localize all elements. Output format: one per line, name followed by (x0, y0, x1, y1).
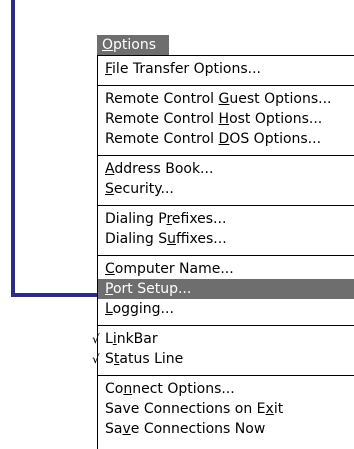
options-menu-title[interactable]: Options (97, 35, 169, 55)
menu-item-remote-control-dos-options[interactable]: Remote Control DOS Options... (98, 129, 354, 149)
menu-item-label: Computer Name... (105, 261, 234, 277)
menu-item-label: Save Connections on Exit (105, 401, 284, 417)
mnemonic-key: A (105, 161, 115, 177)
menu-item-label: Status Line (105, 351, 184, 367)
menu-item-computer-name[interactable]: Computer Name... (98, 259, 354, 279)
menu-item-label: File Transfer Options... (105, 61, 262, 77)
mnemonic-key: F (105, 61, 113, 77)
menu-item-logging[interactable]: Logging... (98, 299, 354, 319)
menu-item-save-connections-on-exit[interactable]: Save Connections on Exit (98, 399, 354, 419)
options-menu-panel: File Transfer Options... Remote Control G… (92, 55, 354, 449)
menu-item-security[interactable]: Security... (98, 179, 354, 199)
menu-item-remote-control-guest-options[interactable]: Remote Control Guest Options... (98, 89, 354, 109)
menu-item-dialing-prefixes[interactable]: Dialing Prefixes... (98, 209, 354, 229)
mnemonic-key: x (265, 401, 274, 417)
menu-item-linkbar[interactable]: √ LinkBar (92, 329, 354, 349)
mnemonic-key: D (218, 131, 230, 147)
menu-item-address-book[interactable]: Address Book... (98, 159, 354, 179)
menu-item-label: Remote Control Host Options... (105, 111, 323, 127)
mnemonic-key: L (105, 301, 113, 317)
checkmark-icon: √ (92, 352, 100, 366)
mnemonic-key: G (218, 91, 230, 107)
menu-item-label: Port Setup... (105, 281, 192, 297)
menu-item-label: Security... (105, 181, 174, 197)
options-menu-title-mnemonic: O (102, 37, 114, 53)
menu-group: Connect Options... Save Connections on Ex… (98, 375, 354, 445)
menu-group: √ LinkBar √ Status Line (92, 325, 354, 375)
menu-item-label: Connect Options... (105, 381, 235, 397)
menu-item-label: Logging... (105, 301, 174, 317)
menu-group: Address Book... Security... (98, 155, 354, 205)
menu-item-label: Address Book... (105, 161, 214, 177)
menu-item-label: LinkBar (105, 331, 158, 347)
menu-group: File Transfer Options... (98, 55, 354, 85)
menu-item-status-line[interactable]: √ Status Line (92, 349, 354, 369)
callout-line-vertical (11, 0, 15, 297)
menu-item-label: Dialing Prefixes... (105, 211, 227, 227)
callout-line-horizontal (11, 293, 97, 297)
mnemonic-key: C (105, 261, 115, 277)
mnemonic-key: P (105, 281, 113, 297)
mnemonic-key: S (105, 181, 114, 197)
menu-item-port-setup[interactable]: Port Setup... (98, 279, 354, 299)
menu-item-dialing-suffixes[interactable]: Dialing Suffixes... (98, 229, 354, 249)
menu-item-label: Remote Control DOS Options... (105, 131, 322, 147)
menu-item-file-transfer-options[interactable]: File Transfer Options... (98, 59, 354, 79)
menu-item-save-connections-now[interactable]: Save Connections Now (98, 419, 354, 439)
mnemonic-key: H (218, 111, 230, 127)
menu-item-remote-control-host-options[interactable]: Remote Control Host Options... (98, 109, 354, 129)
menu-group: Dialing Prefixes... Dialing Suffixes... (98, 205, 354, 255)
options-menu-title-rest: ptions (113, 37, 157, 53)
menu-item-connect-options[interactable]: Connect Options... (98, 379, 354, 399)
checkmark-icon: √ (92, 332, 100, 346)
menu-item-label: Save Connections Now (105, 421, 266, 437)
mnemonic-key: v (122, 421, 131, 437)
mnemonic-key: n (123, 381, 133, 397)
mnemonic-key: u (167, 231, 176, 247)
menu-item-label: Dialing Suffixes... (105, 231, 227, 247)
menu-group: Remote Control Guest Options... Remote Co… (98, 85, 354, 155)
menu-item-label: Remote Control Guest Options... (105, 91, 332, 107)
menu-group: Computer Name... Port Setup... Logging... (98, 255, 354, 325)
